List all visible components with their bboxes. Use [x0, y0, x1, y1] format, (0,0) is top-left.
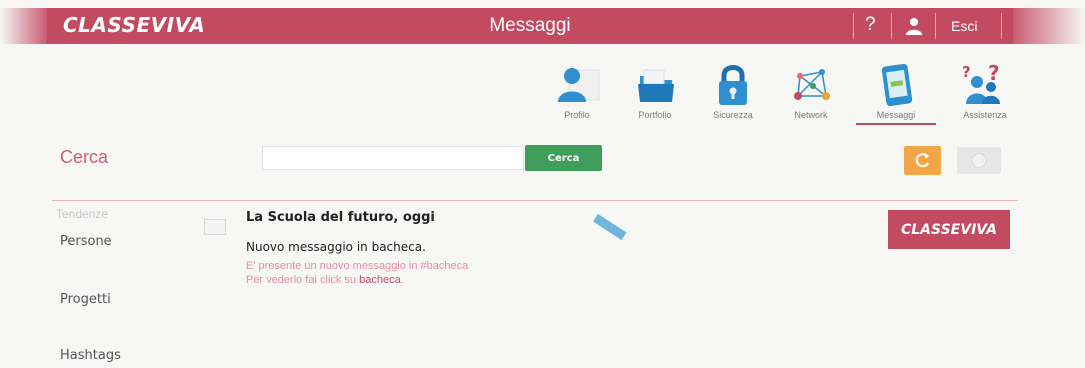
svg-text:?: ?	[962, 63, 971, 81]
toggle-icon	[971, 153, 987, 168]
nav-label-sicurezza: Sicurezza	[713, 110, 753, 120]
post-title[interactable]: La Scuola del futuro, oggi	[246, 210, 435, 225]
page: CLASSEVIVA Messaggi ? Esci Profilo Portf…	[0, 0, 1085, 368]
content-divider	[52, 200, 1018, 201]
topbar-divider	[853, 13, 854, 39]
nav-label-network: Network	[794, 110, 828, 120]
post-link-prefix: Per vederlo fai click su	[246, 274, 360, 286]
nav-profilo[interactable]: Profilo	[542, 62, 612, 126]
lock-icon	[719, 65, 747, 105]
top-bar: CLASSEVIVA Messaggi ? Esci	[47, 8, 1013, 44]
search-button[interactable]: Cerca	[525, 145, 602, 171]
post-message-heading: Nuovo messaggio in bacheca.	[246, 240, 426, 254]
nav-active-indicator	[856, 123, 936, 125]
user-icon[interactable]	[904, 16, 924, 36]
classeviva-logo-card[interactable]: CLASSEVIVA	[888, 210, 1010, 249]
post-avatar	[204, 219, 226, 235]
help-button[interactable]: ?	[865, 14, 876, 36]
folder-icon	[638, 69, 674, 102]
topbar-fade-right	[1013, 8, 1085, 44]
sidebar-item-persone[interactable]: Persone	[60, 234, 112, 249]
post-link-suffix: .	[400, 274, 404, 286]
new-ribbon	[593, 214, 627, 241]
refresh-icon	[915, 153, 929, 168]
logo-card-brand: CLASSEVIVA	[900, 221, 998, 238]
topbar-divider	[1001, 13, 1002, 39]
post-message-line: E' presente un nuovo messaggio in #bache…	[246, 260, 469, 272]
nav-network[interactable]: Network	[776, 62, 846, 126]
trends-header: Tendenze	[56, 207, 108, 221]
brand-logo[interactable]: CLASSEVIVA	[63, 13, 205, 37]
post-message-link-line: Per vederlo fai click su bacheca.	[246, 274, 404, 286]
network-icon	[794, 69, 830, 100]
topbar-divider	[891, 13, 892, 39]
refresh-button[interactable]	[904, 146, 941, 175]
svg-text:?: ?	[988, 62, 1000, 85]
trends-label: Tendenze	[56, 207, 109, 221]
nav-portfolio[interactable]: Portfolio	[620, 62, 690, 126]
sidebar-item-progetti[interactable]: Progetti	[60, 292, 111, 307]
search-heading: Cerca	[60, 147, 109, 167]
nav-assistenza[interactable]: ? ? Assistenza	[950, 62, 1020, 126]
sidebar-item-hashtags[interactable]: Hashtags	[60, 348, 121, 363]
nav-label-assistenza: Assistenza	[963, 110, 1007, 120]
phone-icon	[881, 63, 913, 107]
search-input[interactable]	[262, 146, 524, 170]
topbar-divider	[935, 13, 936, 39]
nav-label-portfolio: Portfolio	[638, 110, 672, 120]
bacheca-link[interactable]: bacheca	[359, 274, 401, 286]
nav-label-messaggi: Messaggi	[876, 110, 916, 120]
logout-button[interactable]: Esci	[951, 18, 977, 34]
nav-sicurezza[interactable]: Sicurezza	[698, 62, 768, 126]
nav-label-profilo: Profilo	[564, 110, 590, 120]
profile-icon	[558, 68, 600, 102]
toggle-button[interactable]	[957, 147, 1001, 174]
topbar-fade-left	[0, 8, 47, 44]
nav-messaggi[interactable]: Messaggi	[861, 62, 931, 126]
help-people-icon: ? ?	[962, 62, 1000, 104]
